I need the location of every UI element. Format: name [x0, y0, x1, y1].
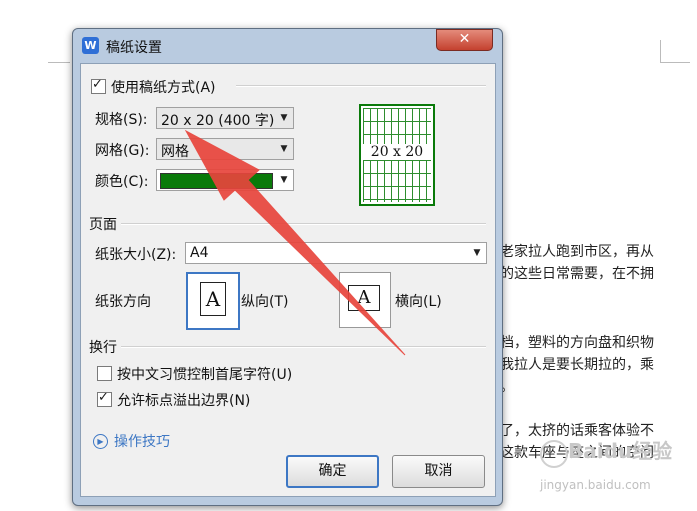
annotation-arrow — [184, 129, 406, 356]
arrow-shape — [184, 129, 406, 356]
